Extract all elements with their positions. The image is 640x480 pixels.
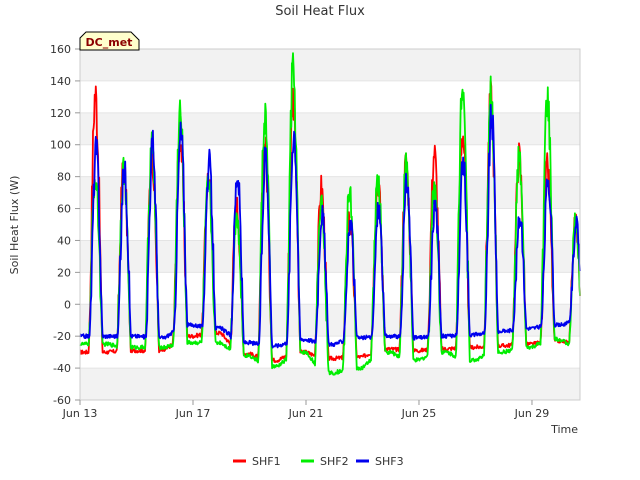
y-tick-label: -40 xyxy=(53,362,71,375)
x-axis-label: Time xyxy=(550,423,578,436)
site-badge-label: DC_met xyxy=(86,36,133,49)
x-tick-label: Jun 25 xyxy=(401,407,437,420)
grid-band xyxy=(80,80,580,113)
y-tick-label: 100 xyxy=(50,139,71,152)
y-tick-label: 80 xyxy=(57,171,71,184)
y-axis: -60 -40 -20 0 20 40 60 80 100 120 140 160 xyxy=(50,43,80,407)
y-tick-label: 60 xyxy=(57,203,71,216)
grid-band xyxy=(80,49,580,81)
legend: SHF1 SHF2 SHF3 xyxy=(233,455,404,468)
y-tick-label: 0 xyxy=(64,298,71,311)
soil-heat-flux-chart: Soil Heat Flux -60 -40 -20 0 20 40 60 80 100 120 1… xyxy=(8,4,581,468)
grid-band xyxy=(80,272,580,305)
x-tick-label: Jun 17 xyxy=(175,407,211,420)
y-tick-label: 120 xyxy=(50,107,71,120)
y-tick-label: 160 xyxy=(50,43,71,56)
y-axis-label: Soil Heat Flux (W) xyxy=(8,176,21,275)
legend-label-shf3: SHF3 xyxy=(375,455,404,468)
y-tick-label: 20 xyxy=(57,266,71,279)
y-tick-label: -20 xyxy=(53,330,71,343)
grid-band xyxy=(80,112,580,145)
x-tick-label: Jun 29 xyxy=(514,407,550,420)
y-tick-label: 140 xyxy=(50,75,71,88)
legend-label-shf1: SHF1 xyxy=(252,455,281,468)
x-tick-label: Jun 21 xyxy=(288,407,324,420)
x-axis: Jun 13 Jun 17 Jun 21 Jun 25 Jun 29 xyxy=(62,400,550,420)
y-tick-label: -60 xyxy=(53,394,71,407)
chart-title: Soil Heat Flux xyxy=(275,4,365,19)
legend-label-shf2: SHF2 xyxy=(320,455,349,468)
y-tick-label: 40 xyxy=(57,234,71,247)
site-badge: DC_met xyxy=(79,31,140,51)
x-tick-label: Jun 13 xyxy=(62,407,98,420)
